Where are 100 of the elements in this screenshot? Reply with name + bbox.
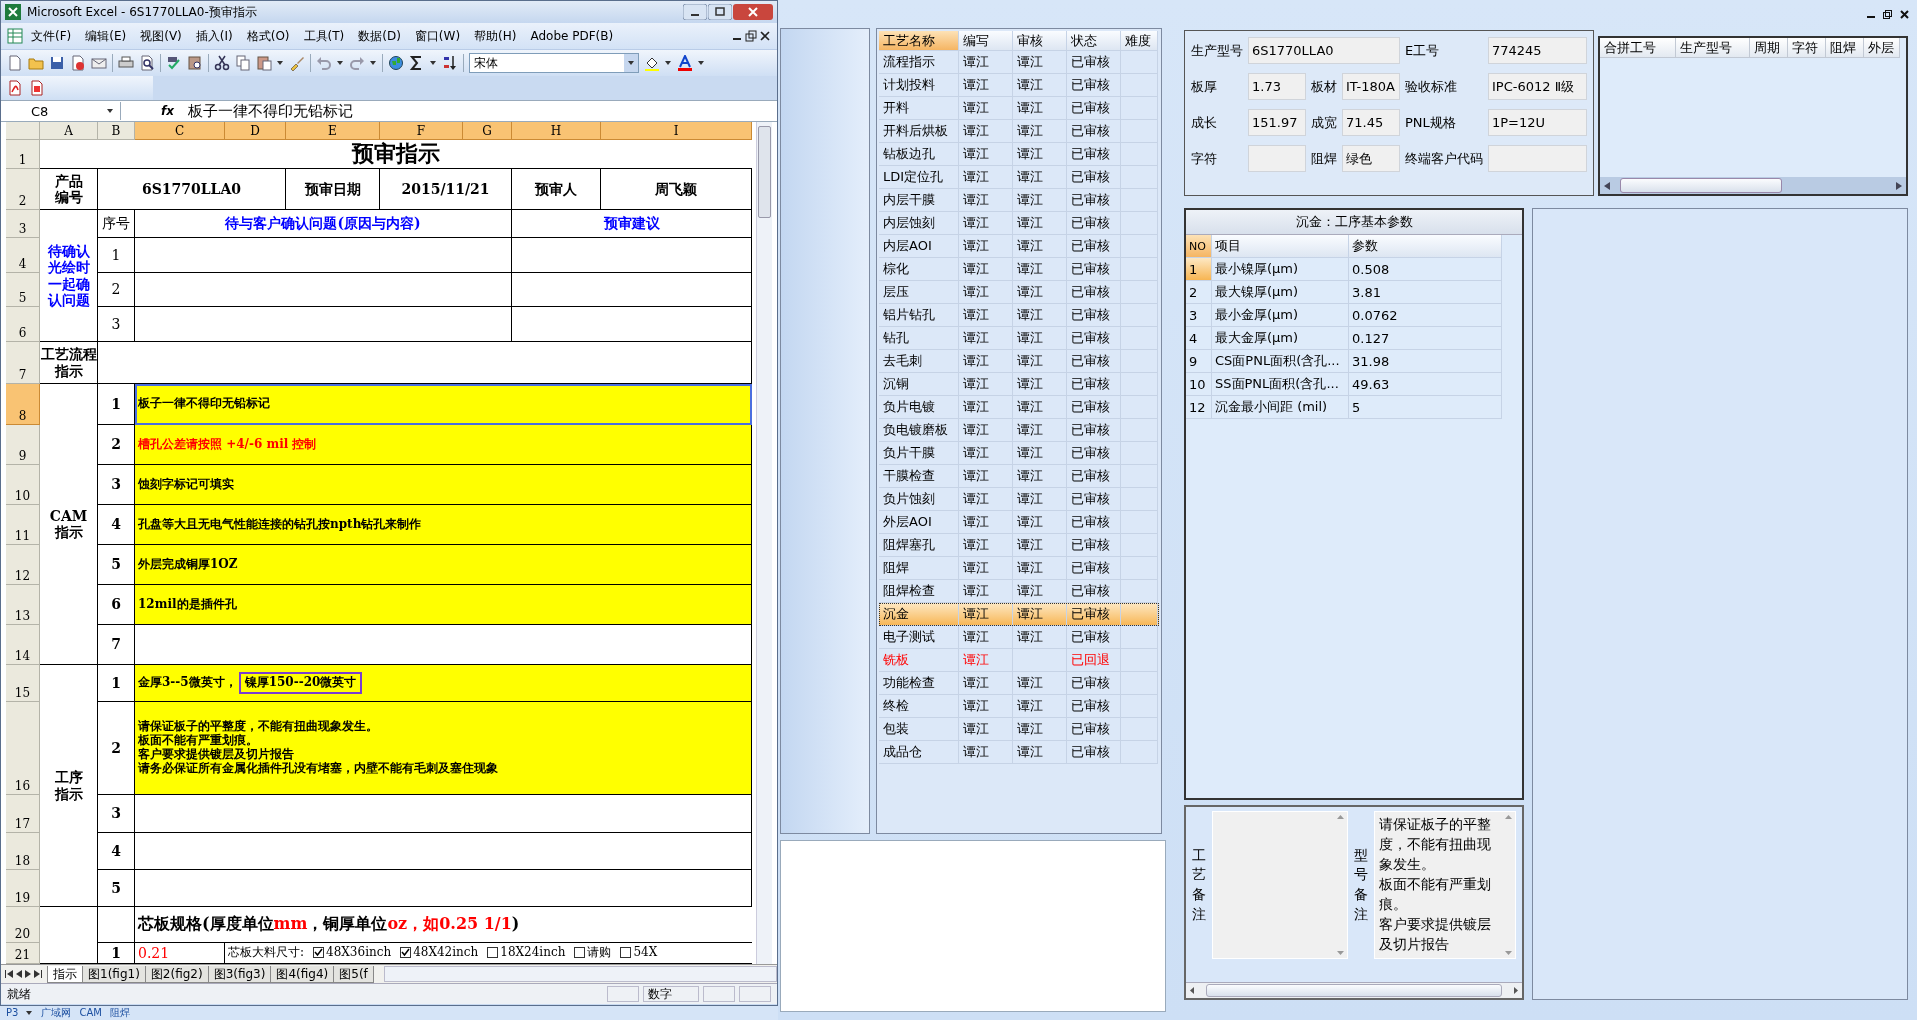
caret-icon[interactable] xyxy=(430,60,437,66)
column-header[interactable]: 阻焊 xyxy=(1826,38,1864,58)
new-document-icon[interactable] xyxy=(7,55,23,71)
scroll-left-icon[interactable] xyxy=(1604,181,1610,190)
caret-icon[interactable] xyxy=(26,1010,34,1016)
tab[interactable]: CAM xyxy=(79,1007,102,1019)
column-header[interactable]: 难度 xyxy=(1121,31,1158,51)
selected-row[interactable]: 沉金 谭江 谭江 已审核 xyxy=(879,603,1159,626)
row-header[interactable]: 9 xyxy=(6,425,40,465)
sheet-tab[interactable]: 指示 xyxy=(47,965,83,983)
tab[interactable]: 广域网 xyxy=(41,1007,72,1019)
function-button[interactable]: fx xyxy=(161,104,174,118)
input-field[interactable]: 151.97 xyxy=(1248,109,1306,136)
row-header[interactable]: 20 xyxy=(6,907,40,943)
pdf-icon[interactable] xyxy=(7,80,23,96)
input-field[interactable]: 1P=12U xyxy=(1488,109,1587,136)
caret-icon[interactable] xyxy=(665,60,672,66)
horizontal-scrollbar[interactable] xyxy=(383,966,777,982)
font-color-icon[interactable] xyxy=(677,55,693,71)
column-header[interactable]: NO xyxy=(1186,235,1212,258)
next-sheet-icon[interactable] xyxy=(25,970,31,978)
minimize-icon[interactable] xyxy=(683,4,707,20)
research-icon[interactable] xyxy=(187,55,203,71)
column-header[interactable]: A xyxy=(40,122,98,140)
column-header[interactable]: E xyxy=(286,122,380,140)
caret-icon[interactable] xyxy=(627,60,635,66)
pdf-review-icon[interactable] xyxy=(29,80,45,96)
column-header[interactable]: H xyxy=(512,122,601,140)
row-header[interactable]: 12 xyxy=(6,545,40,585)
caret-icon[interactable] xyxy=(698,60,705,66)
menu-item[interactable]: 窗口(W) xyxy=(408,25,467,47)
row-header[interactable]: 19 xyxy=(6,870,40,907)
row-header[interactable]: 13 xyxy=(6,585,40,625)
vertical-scrollbar[interactable] xyxy=(756,122,772,964)
menu-item[interactable]: 视图(V) xyxy=(134,25,188,47)
row-header[interactable]: 8 xyxy=(6,384,40,425)
row-header[interactable]: 21 xyxy=(6,943,40,964)
scroll-right-icon[interactable] xyxy=(1514,987,1518,994)
column-header[interactable]: 外层 xyxy=(1864,38,1900,58)
column-header[interactable]: 参数 xyxy=(1349,235,1502,258)
horizontal-scrollbar[interactable] xyxy=(1600,177,1906,194)
row-header[interactable]: 15 xyxy=(6,665,40,702)
fill-color-icon[interactable] xyxy=(644,55,660,71)
input-field[interactable] xyxy=(1488,145,1587,172)
column-header[interactable]: 字符 xyxy=(1788,38,1826,58)
column-header[interactable]: I xyxy=(601,122,752,140)
checkbox[interactable] xyxy=(400,947,412,959)
row-header[interactable]: 4 xyxy=(6,238,40,273)
sort-icon[interactable] xyxy=(442,55,458,71)
column-header[interactable]: 编写 xyxy=(959,31,1013,51)
name-box[interactable]: C8 xyxy=(1,102,121,120)
column-header[interactable]: B xyxy=(98,122,135,140)
column-header[interactable]: 工艺名称 xyxy=(879,31,959,51)
input-field[interactable]: 1.73 xyxy=(1248,73,1306,100)
previous-sheet-icon[interactable] xyxy=(16,970,22,978)
sheet-tab[interactable]: 图1(fig1) xyxy=(82,965,146,983)
checkbox[interactable] xyxy=(620,947,632,959)
restore-icon[interactable] xyxy=(1883,9,1892,19)
sheet-tab[interactable]: 图3(fig3) xyxy=(207,965,272,983)
row-header[interactable]: 7 xyxy=(6,342,40,384)
row-header[interactable]: 11 xyxy=(6,505,40,545)
menu-item[interactable]: 格式(O) xyxy=(240,25,296,47)
save-icon[interactable] xyxy=(49,55,65,71)
checkbox[interactable] xyxy=(313,947,325,959)
caret-icon[interactable] xyxy=(277,60,284,66)
column-header[interactable]: 状态 xyxy=(1067,31,1121,51)
row-header[interactable]: 16 xyxy=(6,702,40,795)
menu-item[interactable]: Adobe PDF(B) xyxy=(524,27,620,45)
first-sheet-icon[interactable] xyxy=(5,970,13,978)
maximize-icon[interactable] xyxy=(708,4,732,20)
hyperlink-icon[interactable] xyxy=(388,55,404,71)
caret-icon[interactable] xyxy=(337,60,344,66)
sheet-tab[interactable]: 图2(fig2) xyxy=(144,965,209,983)
print-icon[interactable] xyxy=(118,55,134,71)
column-header[interactable]: 周期 xyxy=(1750,38,1788,58)
horizontal-scrollbar[interactable] xyxy=(1186,982,1522,998)
cut-icon[interactable] xyxy=(214,55,230,71)
restore-icon[interactable] xyxy=(745,30,757,42)
checkbox[interactable] xyxy=(487,947,499,959)
input-field[interactable]: IPC-6012 Ⅱ级 xyxy=(1488,73,1587,100)
tab[interactable]: P3 xyxy=(6,1007,19,1019)
row-header[interactable]: 1 xyxy=(6,140,40,169)
menu-item[interactable]: 数据(D) xyxy=(352,25,407,47)
input-field[interactable]: 774245 xyxy=(1488,37,1587,64)
column-header[interactable]: 项目 xyxy=(1212,235,1349,258)
input-field[interactable]: IT-180A xyxy=(1342,73,1400,100)
print-preview-icon[interactable] xyxy=(139,55,155,71)
spelling-icon[interactable] xyxy=(166,55,182,71)
close-icon[interactable] xyxy=(759,30,771,42)
menu-item[interactable]: 插入(I) xyxy=(189,25,239,47)
menu-item[interactable]: 帮助(H) xyxy=(468,25,523,47)
column-header[interactable]: C xyxy=(135,122,225,140)
format-painter-icon[interactable] xyxy=(289,55,305,71)
menu-item[interactable]: 编辑(E) xyxy=(79,25,133,47)
column-header[interactable]: G xyxy=(463,122,512,140)
checkbox[interactable] xyxy=(574,947,586,959)
input-field[interactable]: 绿色 xyxy=(1342,145,1400,172)
scroll-right-icon[interactable] xyxy=(1896,181,1902,190)
close-icon[interactable] xyxy=(1900,9,1909,19)
row-header[interactable]: 17 xyxy=(6,795,40,833)
